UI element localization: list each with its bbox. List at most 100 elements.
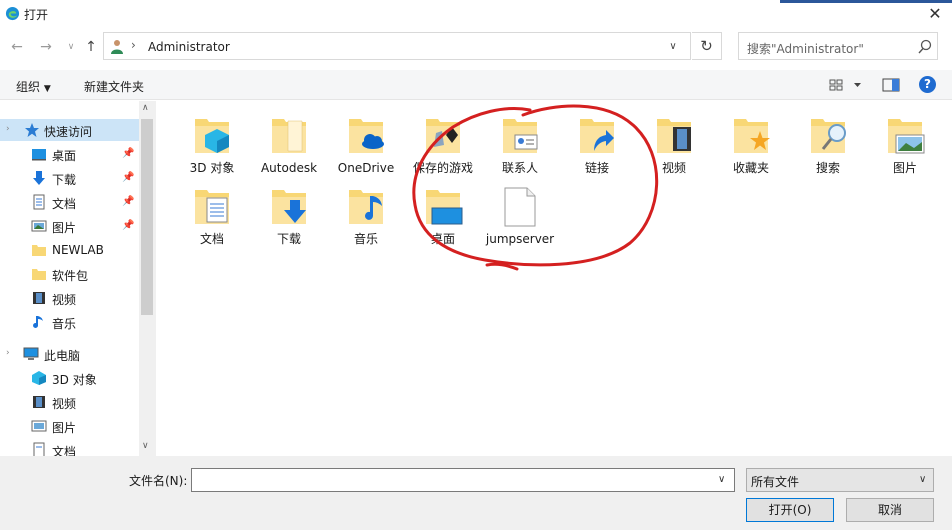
- file-item[interactable]: Autodesk: [252, 109, 326, 177]
- file-item[interactable]: 联系人: [483, 109, 557, 177]
- searches-folder-icon: [811, 119, 846, 153]
- nav-scrollbar[interactable]: ∧ ∨: [139, 101, 155, 456]
- nav-label: 图片: [52, 421, 77, 435]
- file-item[interactable]: 文档: [175, 180, 249, 248]
- view-grid-icon: [829, 79, 861, 91]
- pin-icon[interactable]: 📌: [122, 220, 134, 231]
- new-folder-button[interactable]: 新建文件夹: [84, 78, 144, 95]
- up-arrow-icon[interactable]: ↑: [82, 38, 100, 56]
- music-folder-icon: [349, 190, 383, 224]
- nav-quick-access[interactable]: › 快速访问: [0, 119, 139, 141]
- nav-item-software[interactable]: 软件包: [0, 263, 139, 285]
- nav-item-documents[interactable]: 文档 📌: [0, 191, 139, 213]
- nav-label: 桌面: [52, 149, 77, 163]
- scroll-up-icon[interactable]: ∧: [142, 103, 149, 113]
- file-item[interactable]: 收藏夹: [714, 109, 788, 177]
- picture-icon: [31, 220, 47, 232]
- filename-dropdown-icon[interactable]: ∨: [718, 474, 725, 485]
- window-title: 打开: [24, 8, 49, 22]
- nav-item-music[interactable]: 音乐: [0, 311, 139, 333]
- back-arrow-icon[interactable]: ←: [8, 38, 26, 56]
- videos-folder-icon: [657, 119, 691, 153]
- address-dropdown-icon[interactable]: ∨: [666, 40, 680, 54]
- change-view-button[interactable]: [828, 77, 864, 93]
- file-item[interactable]: jumpserver: [483, 180, 557, 248]
- saved-games-folder-icon: [426, 119, 460, 153]
- filename-input[interactable]: [191, 468, 735, 492]
- nav-item-newlab[interactable]: NEWLAB: [0, 239, 139, 261]
- nav-item-pc-pictures[interactable]: 图片: [0, 415, 139, 437]
- scroll-thumb[interactable]: [141, 119, 153, 315]
- file-item[interactable]: 视频: [637, 109, 711, 177]
- music-note-icon: [33, 316, 43, 328]
- pin-icon[interactable]: 📌: [122, 172, 134, 183]
- nav-label: 图片: [52, 221, 77, 235]
- filetype-value: 所有文件: [751, 475, 800, 489]
- nav-item-3d-objects[interactable]: 3D 对象: [0, 367, 139, 389]
- file-label: 视频: [661, 161, 686, 175]
- film-icon: [33, 396, 45, 408]
- file-item[interactable]: 保存的游戏: [406, 109, 480, 177]
- nav-item-desktop[interactable]: 桌面 📌: [0, 143, 139, 165]
- links-folder-icon: [580, 119, 614, 153]
- nav-label: 视频: [52, 293, 77, 307]
- pin-icon[interactable]: 📌: [122, 196, 134, 207]
- open-button[interactable]: 打开(O): [746, 498, 834, 522]
- scroll-down-icon[interactable]: ∨: [142, 441, 149, 451]
- search-placeholder: 搜索"Administrator": [747, 42, 864, 56]
- file-item[interactable]: OneDrive: [329, 109, 403, 177]
- file-item[interactable]: 3D 对象: [175, 109, 249, 177]
- file-item[interactable]: 下载: [252, 180, 326, 248]
- file-label: 文档: [199, 232, 224, 246]
- breadcrumb-separator: ›: [131, 38, 136, 52]
- 3d-objects-folder-icon: [195, 119, 229, 153]
- preview-pane-button[interactable]: [882, 77, 900, 93]
- picture-icon: [31, 420, 47, 432]
- file-label: 收藏夹: [732, 161, 769, 175]
- nav-item-pictures[interactable]: 图片 📌: [0, 215, 139, 237]
- refresh-button[interactable]: ↻: [692, 32, 722, 60]
- file-label: 保存的游戏: [412, 161, 473, 175]
- help-icon[interactable]: ?: [919, 76, 936, 93]
- breadcrumb-administrator[interactable]: Administrator: [148, 40, 230, 54]
- nav-item-pc-videos[interactable]: 视频: [0, 391, 139, 413]
- cancel-button[interactable]: 取消: [846, 498, 934, 522]
- nav-item-downloads[interactable]: 下载 📌: [0, 167, 139, 189]
- nav-item-pc-documents[interactable]: 文档: [0, 439, 139, 456]
- desktop-folder-icon: [426, 190, 463, 225]
- close-icon[interactable]: ✕: [924, 4, 946, 24]
- file-label: jumpserver: [485, 232, 555, 246]
- navigation-pane: › 快速访问 桌面 📌 下载 📌 文档 📌 图片 📌 NEWLAB 软件包 视频…: [0, 101, 155, 456]
- file-item[interactable]: 音乐: [329, 180, 403, 248]
- nav-label: 下载: [52, 173, 77, 187]
- address-bar[interactable]: › Administrator ∨: [103, 32, 691, 60]
- nav-label: 音乐: [52, 317, 77, 331]
- file-label: 桌面: [430, 232, 455, 246]
- 3d-cube-icon: [32, 371, 46, 385]
- nav-label: 软件包: [52, 269, 89, 283]
- title-accent-bar: [780, 0, 952, 3]
- search-icon[interactable]: [917, 39, 933, 55]
- file-item[interactable]: 搜索: [791, 109, 865, 177]
- filetype-select[interactable]: 所有文件 ∨: [746, 468, 934, 492]
- address-row: ← → ∨ ↑ › Administrator ∨ ↻ 搜索"Administr…: [0, 30, 952, 64]
- nav-item-videos[interactable]: 视频: [0, 287, 139, 309]
- recent-locations-chevron-icon[interactable]: ∨: [62, 38, 80, 56]
- pin-icon[interactable]: 📌: [122, 148, 134, 159]
- search-input[interactable]: 搜索"Administrator": [738, 32, 938, 60]
- file-item[interactable]: 桌面: [406, 180, 480, 248]
- contacts-folder-icon: [503, 119, 538, 153]
- forward-arrow-icon[interactable]: →: [37, 38, 55, 56]
- file-item[interactable]: 链接: [560, 109, 634, 177]
- expand-chevron-icon[interactable]: ›: [6, 348, 10, 358]
- title-bar: 打开 ✕: [0, 0, 952, 28]
- nav-label: NEWLAB: [52, 243, 104, 257]
- expand-chevron-icon[interactable]: ›: [6, 124, 10, 134]
- organize-button[interactable]: 组织 ▼: [16, 78, 51, 95]
- nav-this-pc[interactable]: › 此电脑: [0, 343, 139, 365]
- desktop-icon: [32, 149, 46, 161]
- file-item[interactable]: 图片: [868, 109, 942, 177]
- star-icon: [25, 123, 39, 137]
- organize-dropdown-icon: ▼: [43, 84, 51, 94]
- documents-folder-icon: [195, 190, 229, 224]
